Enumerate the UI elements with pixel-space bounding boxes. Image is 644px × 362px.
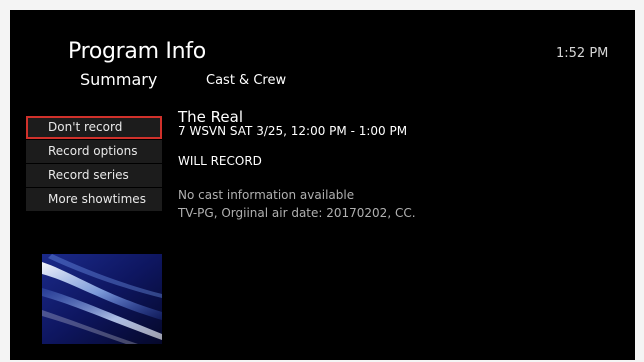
tab-summary[interactable]: Summary (80, 70, 157, 90)
channel-and-time: 7 WSVN SAT 3/25, 12:00 PM - 1:00 PM (178, 124, 408, 138)
menu-item-label: Record series (48, 168, 129, 182)
record-options-button[interactable]: Record options (26, 140, 162, 163)
program-thumbnail-image (42, 254, 162, 344)
cast-info: No cast information available (178, 188, 355, 202)
tv-screen: Program Info 1:52 PM Summary Cast & Crew… (10, 10, 635, 360)
menu-item-label: More showtimes (48, 192, 146, 206)
record-status: WILL RECORD (178, 154, 262, 168)
more-showtimes-button[interactable]: More showtimes (26, 188, 162, 211)
clock: 1:52 PM (556, 46, 609, 61)
menu-item-label: Record options (48, 144, 138, 158)
record-series-button[interactable]: Record series (26, 164, 162, 187)
tab-cast-and-crew[interactable]: Cast & Crew (206, 73, 286, 89)
rating-info: TV-PG, Orgiinal air date: 20170202, CC. (178, 206, 416, 220)
menu-item-label: Don't record (48, 120, 123, 134)
dont-record-button[interactable]: Don't record (26, 116, 162, 139)
action-menu: Don't record Record options Record serie… (26, 116, 162, 212)
page-title: Program Info (68, 39, 206, 64)
